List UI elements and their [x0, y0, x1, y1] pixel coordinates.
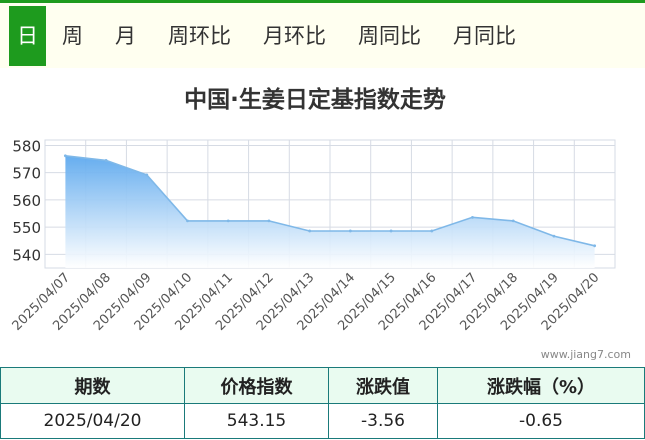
price-index-chart: 中国·生姜日定基指数走势 540 550 560 570 580 2025/04/072…	[10, 86, 616, 334]
tab-week[interactable]: 周	[46, 6, 99, 66]
tab-week-over-week[interactable]: 周环比	[152, 6, 247, 66]
y-axis-ticks: 540 550 560 570 580	[12, 137, 41, 264]
y-tick-label: 540	[12, 246, 41, 264]
data-point	[471, 215, 474, 219]
tab-month-year-over-year[interactable]: 月同比	[437, 6, 532, 66]
data-point	[267, 219, 271, 223]
summary-table: 期数 价格指数 涨跌值 涨跌幅（%） 2025/04/20 543.15 -3.…	[0, 367, 645, 439]
tab-week-year-over-year[interactable]: 周同比	[342, 6, 437, 66]
header-change-percent: 涨跌幅（%）	[437, 367, 645, 404]
data-point	[348, 229, 352, 233]
data-point	[430, 229, 434, 233]
data-point	[552, 234, 556, 238]
data-point	[104, 159, 108, 162]
tab-month[interactable]: 月	[99, 6, 152, 66]
y-tick-label: 580	[12, 137, 41, 155]
table-row: 2025/04/20 543.15 -3.56 -0.65	[0, 403, 645, 439]
tab-day[interactable]: 日	[9, 6, 46, 66]
data-point	[226, 219, 230, 223]
data-point	[593, 244, 597, 248]
data-point	[308, 229, 312, 233]
data-point	[145, 173, 149, 177]
x-axis-ticks: 2025/04/072025/04/082025/04/092025/04/10…	[10, 270, 603, 334]
header-price-index: 价格指数	[184, 367, 329, 404]
period-tab-bar: 日 周 月 周环比 月环比 周同比 月同比	[0, 0, 645, 68]
cell-price-index: 543.15	[184, 403, 329, 439]
data-point	[389, 229, 393, 233]
data-point	[511, 219, 515, 223]
cell-change-percent: -0.65	[437, 403, 645, 439]
tab-month-over-month[interactable]: 月环比	[247, 6, 342, 66]
header-change-value: 涨跌值	[328, 367, 438, 404]
y-tick-label: 550	[12, 219, 41, 237]
y-tick-label: 560	[12, 192, 41, 210]
chart-container: 中国·生姜日定基指数走势 540 550 560 570 580 2025/04/07 2…	[0, 68, 645, 368]
cell-period: 2025/04/20	[0, 403, 185, 439]
y-tick-label: 570	[12, 165, 41, 183]
table-header-row: 期数 价格指数 涨跌值 涨跌幅（%）	[0, 367, 645, 404]
chart-title: 中国·生姜日定基指数走势	[184, 86, 446, 113]
period-tabs: 日 周 月 周环比 月环比 周同比 月同比	[9, 6, 532, 66]
cell-change-value: -3.56	[328, 403, 438, 439]
data-point	[186, 219, 189, 223]
site-watermark: www.jiang7.com	[540, 348, 631, 361]
header-period: 期数	[0, 367, 185, 404]
data-point	[63, 154, 67, 158]
